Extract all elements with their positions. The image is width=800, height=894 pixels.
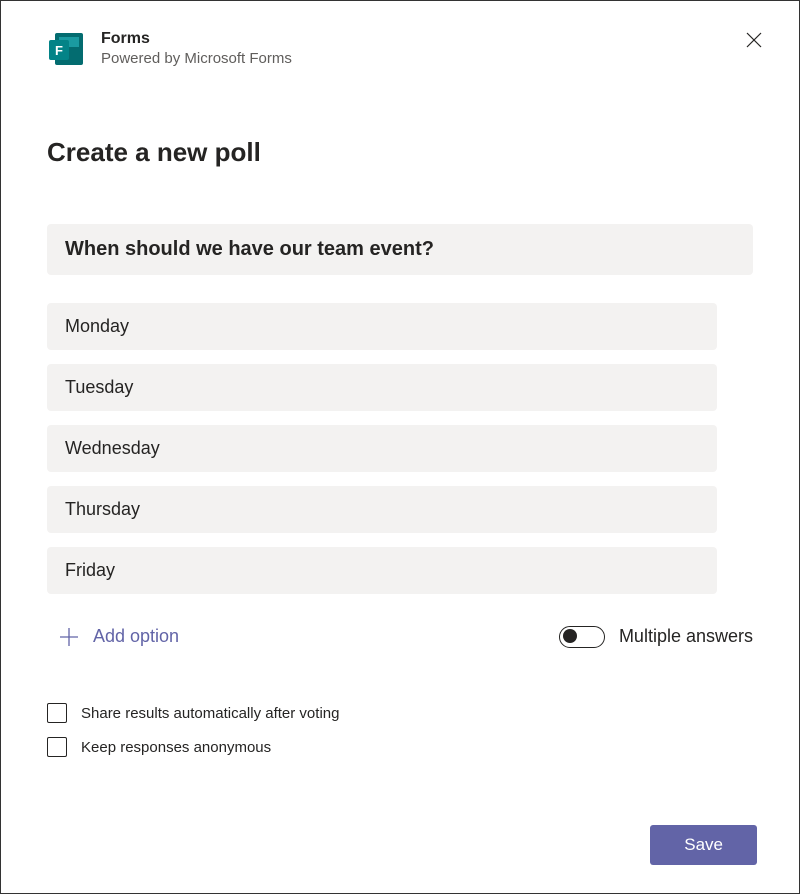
add-option-button[interactable]: Add option	[47, 622, 187, 651]
poll-option-input[interactable]	[47, 364, 717, 411]
save-button[interactable]: Save	[650, 825, 757, 865]
poll-option-input[interactable]	[47, 547, 717, 594]
options-list	[47, 303, 717, 608]
poll-option-input[interactable]	[47, 303, 717, 350]
multiple-answers-label: Multiple answers	[619, 626, 753, 647]
add-option-label: Add option	[93, 626, 179, 647]
close-icon	[745, 31, 763, 49]
poll-option-input[interactable]	[47, 486, 717, 533]
checkbox-icon	[47, 703, 67, 723]
checkbox-icon	[47, 737, 67, 757]
app-title: Forms	[101, 29, 741, 49]
close-button[interactable]	[741, 27, 767, 56]
poll-option-input[interactable]	[47, 425, 717, 472]
anonymous-label: Keep responses anonymous	[81, 739, 271, 756]
forms-app-icon: F	[47, 29, 87, 69]
share-results-label: Share results automatically after voting	[81, 705, 339, 722]
page-title: Create a new poll	[47, 137, 753, 168]
share-results-checkbox[interactable]: Share results automatically after voting	[47, 703, 753, 723]
svg-text:F: F	[55, 43, 63, 58]
anonymous-checkbox[interactable]: Keep responses anonymous	[47, 737, 753, 757]
plus-icon	[59, 627, 79, 647]
app-subtitle: Powered by Microsoft Forms	[101, 49, 741, 69]
multiple-answers-toggle[interactable]	[559, 626, 605, 648]
poll-question-input[interactable]	[47, 224, 753, 275]
